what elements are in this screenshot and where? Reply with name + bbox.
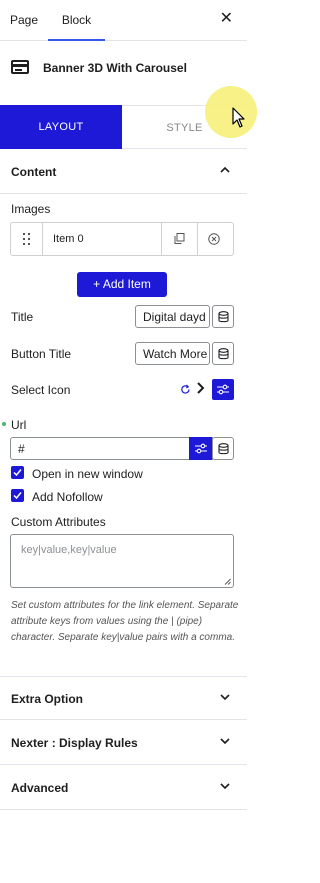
remove-icon[interactable] [208,233,220,245]
checkmark-icon [13,492,22,500]
checkmark-icon [13,469,22,477]
database-icon [218,348,229,360]
content-section-header[interactable]: Content [0,150,247,194]
open-new-window-checkbox[interactable] [11,466,24,479]
open-new-window-label[interactable]: Open in new window [32,467,143,481]
block-card: Banner 3D With Carousel [0,42,247,96]
mouse-cursor-icon [232,107,245,128]
link-settings-button[interactable] [189,437,212,460]
divider [161,223,162,255]
chevron-right-icon[interactable] [196,381,206,395]
section-title: Nexter : Display Rules [11,736,138,750]
display-rules-section-header[interactable]: Nexter : Display Rules [0,721,247,765]
cursor-highlight [205,86,257,138]
close-icon[interactable]: ✕ [220,11,233,27]
sliders-icon [217,384,229,395]
url-label: Url [11,418,27,432]
tab-layout[interactable]: LAYOUT [0,105,122,149]
dynamic-content-button[interactable] [212,437,234,460]
divider [197,223,198,255]
repeater-item-label[interactable]: Item 0 [53,233,84,245]
url-input[interactable]: # [10,437,213,460]
chevron-up-icon [220,166,230,173]
title-input[interactable]: Digital dayd [135,305,210,328]
add-item-button[interactable]: + Add Item [77,272,167,297]
chevron-down-icon [220,783,230,790]
section-title: Advanced [11,781,69,795]
sliders-icon [195,443,207,454]
resize-grip-icon[interactable] [224,578,231,585]
sidebar-tab-bar: Page Block ✕ [0,0,247,41]
duplicate-icon[interactable] [174,233,185,244]
add-nofollow-checkbox[interactable] [11,489,24,502]
select-icon-label: Select Icon [11,383,71,397]
tab-block[interactable]: Block [48,0,105,41]
section-title: Extra Option [11,692,84,706]
chevron-down-icon [220,694,230,701]
status-dot [2,422,6,426]
chevron-down-icon [220,738,230,745]
banner-block-icon [11,60,29,74]
textarea-placeholder: key|value,key|value [21,544,117,556]
drag-handle-icon[interactable] [23,233,31,245]
database-icon [218,443,229,455]
button-title-input[interactable]: Watch More [135,342,210,365]
images-label: Images [11,202,51,216]
repeater-item[interactable]: Item 0 [10,222,234,256]
section-title: Content [11,165,57,179]
advanced-section-header[interactable]: Advanced [0,766,247,810]
custom-attributes-label: Custom Attributes [11,515,106,529]
database-icon [218,311,229,323]
button-title-label: Button Title [11,347,72,361]
tab-page[interactable]: Page [10,0,38,41]
help-text: Set custom attributes for the link eleme… [11,600,239,643]
custom-attributes-textarea[interactable]: key|value,key|value [10,534,234,588]
extra-option-section-header[interactable]: Extra Option [0,676,247,720]
block-title: Banner 3D With Carousel [43,61,187,75]
dynamic-content-button[interactable] [212,342,234,365]
settings-toggle-button[interactable] [212,379,234,400]
divider [42,223,43,255]
dynamic-content-button[interactable] [212,305,234,328]
title-label: Title [11,310,34,324]
reset-icon[interactable] [180,384,191,395]
add-nofollow-label[interactable]: Add Nofollow [32,490,103,504]
